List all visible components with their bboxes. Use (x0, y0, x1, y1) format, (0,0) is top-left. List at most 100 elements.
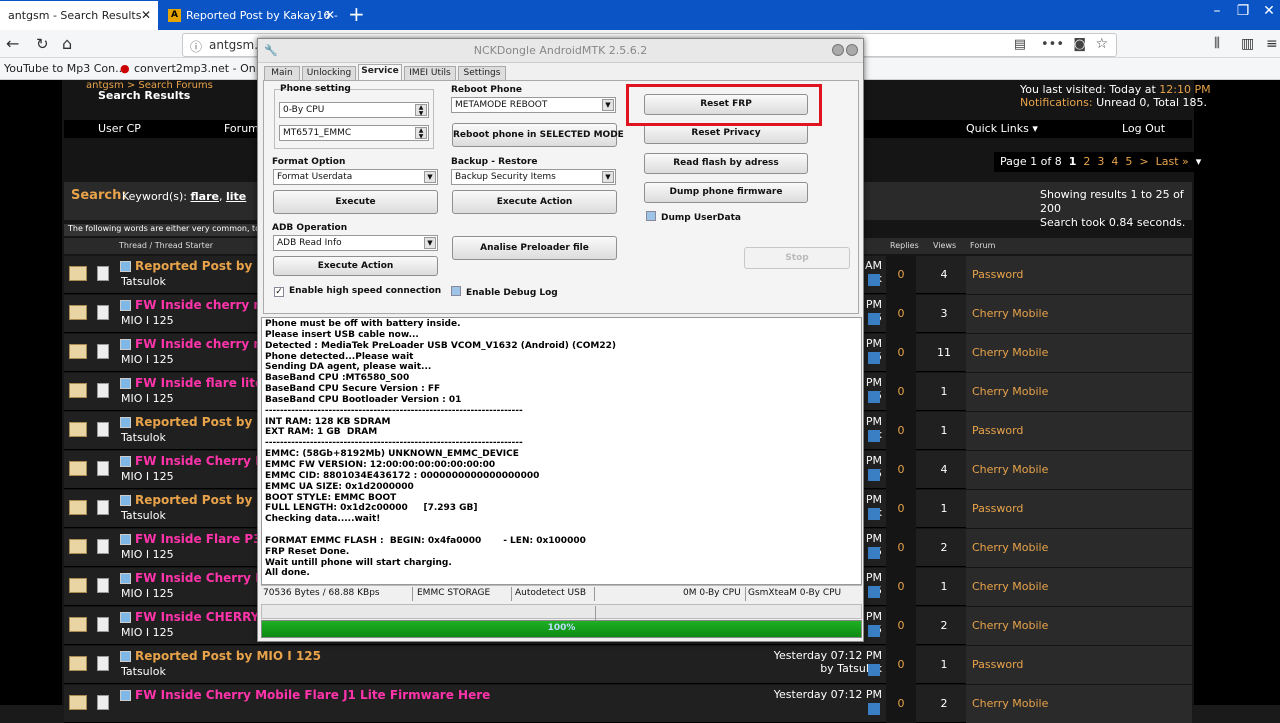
backup-execute-action-button[interactable]: Execute Action (452, 190, 617, 214)
thread-checkbox-icon[interactable] (120, 261, 131, 272)
keyword-link[interactable]: lite (226, 190, 246, 203)
reader-view-icon[interactable]: ▤ (1014, 37, 1026, 52)
replies-count[interactable]: 0 (886, 412, 916, 450)
go-to-last-post-icon[interactable] (868, 664, 880, 676)
sidebar-icon[interactable]: ▥ (1241, 34, 1254, 54)
thread-starter[interactable]: MIO I 125 (121, 548, 174, 561)
page-last[interactable]: Last » (1156, 155, 1189, 168)
adb-execute-action-button[interactable]: Execute Action (273, 256, 438, 276)
debug-log-checkbox[interactable]: Enable Debug Log (451, 286, 558, 298)
thread-checkbox-icon[interactable] (120, 612, 131, 623)
high-speed-checkbox[interactable]: ✓ Enable high speed connection (274, 286, 441, 297)
thread-title[interactable]: FW Inside Cherry Mo (135, 571, 275, 585)
page-link[interactable]: 4 (1111, 155, 1118, 168)
format-select[interactable]: Format Userdata ▼ (273, 169, 438, 185)
reload-icon[interactable]: ↻ (36, 34, 49, 54)
go-to-last-post-icon[interactable] (868, 469, 880, 481)
maximize-icon[interactable]: ❐ (1232, 0, 1254, 22)
pocket-icon[interactable]: ◙ (1073, 37, 1086, 52)
backup-select[interactable]: Backup Security Items ▼ (451, 169, 616, 185)
dump-firmware-button[interactable]: Dump phone firmware (644, 182, 808, 203)
replies-count[interactable]: 0 (886, 568, 916, 606)
tab-settings[interactable]: Settings (458, 66, 506, 81)
spinner-icon[interactable]: ▲ ▼ (415, 104, 427, 117)
read-flash-button[interactable]: Read flash by adress (644, 153, 808, 174)
forum-link[interactable]: Password (966, 412, 1192, 450)
forum-link[interactable]: Cherry Mobile (966, 373, 1192, 411)
col-views[interactable]: Views (933, 241, 956, 250)
thread-checkbox-icon[interactable] (120, 495, 131, 506)
thread-starter[interactable]: MIO I 125 (121, 353, 174, 366)
go-to-last-post-icon[interactable] (868, 274, 880, 286)
thread-title[interactable]: FW Inside Cherry Mo (135, 454, 275, 468)
forum-link[interactable]: Password (966, 490, 1192, 528)
thread-starter[interactable]: Tatsulok (121, 509, 166, 522)
new-tab-button[interactable]: + (348, 2, 365, 26)
thread-checkbox-icon[interactable] (120, 573, 131, 584)
go-to-last-post-icon[interactable] (868, 352, 880, 364)
close-app-icon[interactable] (846, 44, 858, 56)
go-to-last-post-icon[interactable] (868, 313, 880, 325)
go-to-last-post-icon[interactable] (868, 586, 880, 598)
go-to-last-post-icon[interactable] (868, 391, 880, 403)
replies-count[interactable]: 0 (886, 490, 916, 528)
tab-service[interactable]: Service (358, 64, 402, 81)
chevron-down-icon[interactable]: ▼ (424, 171, 436, 183)
thread-starter[interactable]: MIO I 125 (121, 470, 174, 483)
forum-link[interactable]: Cherry Mobile (966, 529, 1192, 567)
col-forum[interactable]: Forum (970, 241, 995, 250)
home-icon[interactable]: ⌂ (62, 34, 72, 54)
forum-link[interactable]: Cherry Mobile (966, 568, 1192, 606)
reset-privacy-button[interactable]: Reset Privacy (644, 123, 808, 144)
back-icon[interactable]: ← (6, 34, 19, 54)
app-title-bar[interactable]: 🔧 NCKDongle AndroidMTK 2.5.6.2 (258, 39, 863, 63)
more-actions-icon[interactable]: ••• (1041, 37, 1064, 52)
nav-forum[interactable]: Forum (224, 122, 259, 135)
minimize-icon[interactable]: – (1206, 0, 1228, 22)
thread-checkbox-icon[interactable] (120, 378, 131, 389)
replies-count[interactable]: 0 (886, 529, 916, 567)
thread-title[interactable]: FW Inside cherry mo (135, 337, 274, 351)
thread-checkbox-icon[interactable] (120, 651, 131, 662)
stop-button[interactable]: Stop (744, 247, 850, 269)
nav-quick-links[interactable]: Quick Links ▾ (966, 122, 1038, 135)
adb-select[interactable]: ADB Read Info ▼ (273, 235, 438, 251)
go-to-last-post-icon[interactable] (868, 508, 880, 520)
dump-userdata-checkbox[interactable]: Dump UserData (646, 211, 741, 223)
forum-link[interactable]: Cherry Mobile (966, 295, 1192, 333)
replies-count[interactable]: 0 (886, 451, 916, 489)
spinner-icon[interactable]: ▲ ▼ (415, 127, 427, 140)
replies-count[interactable]: 0 (886, 373, 916, 411)
replies-count[interactable]: 0 (886, 334, 916, 372)
minimize-app-icon[interactable] (832, 44, 844, 56)
thread-checkbox-icon[interactable] (120, 690, 131, 701)
analise-preloader-button[interactable]: Analise Preloader file (452, 236, 617, 260)
thread-starter[interactable]: MIO I 125 (121, 626, 174, 639)
replies-count[interactable]: 0 (886, 295, 916, 333)
go-to-last-post-icon[interactable] (868, 547, 880, 559)
chevron-down-icon[interactable]: ▼ (602, 99, 614, 111)
chevron-down-icon[interactable]: ▼ (424, 237, 436, 249)
reboot-mode-select[interactable]: METAMODE REBOOT ▼ (451, 97, 616, 113)
col-thread[interactable]: Thread / Thread Starter (119, 241, 213, 250)
forum-link[interactable]: Cherry Mobile (966, 607, 1192, 645)
forum-link[interactable]: Cherry Mobile (966, 334, 1192, 372)
close-window-icon[interactable]: ✕ (1258, 0, 1280, 22)
reboot-selected-mode-button[interactable]: Reboot phone in SELECTED MODE (452, 123, 624, 147)
thread-checkbox-icon[interactable] (120, 534, 131, 545)
bookmark-star-icon[interactable]: ☆ (1095, 36, 1108, 52)
replies-count[interactable]: 0 (886, 256, 916, 294)
tab-main[interactable]: Main (264, 66, 300, 81)
chevron-down-icon[interactable]: ▼ (602, 171, 614, 183)
thread-title[interactable]: FW Inside Cherry Mobile Flare J1 Lite Fi… (135, 688, 490, 702)
thread-starter[interactable]: MIO I 125 (121, 314, 174, 327)
go-to-last-post-icon[interactable] (868, 625, 880, 637)
forum-link[interactable]: Password (966, 256, 1192, 294)
storage-select[interactable]: MT6571_EMMC ▲ ▼ (279, 125, 429, 141)
thread-title[interactable]: FW Inside flare lite 2 (135, 376, 276, 390)
pager-dropdown-icon[interactable]: ▾ (1196, 155, 1202, 168)
keyword-link[interactable]: flare (191, 190, 219, 203)
thread-checkbox-icon[interactable] (120, 339, 131, 350)
go-to-last-post-icon[interactable] (868, 430, 880, 442)
thread-checkbox-icon[interactable] (120, 456, 131, 467)
